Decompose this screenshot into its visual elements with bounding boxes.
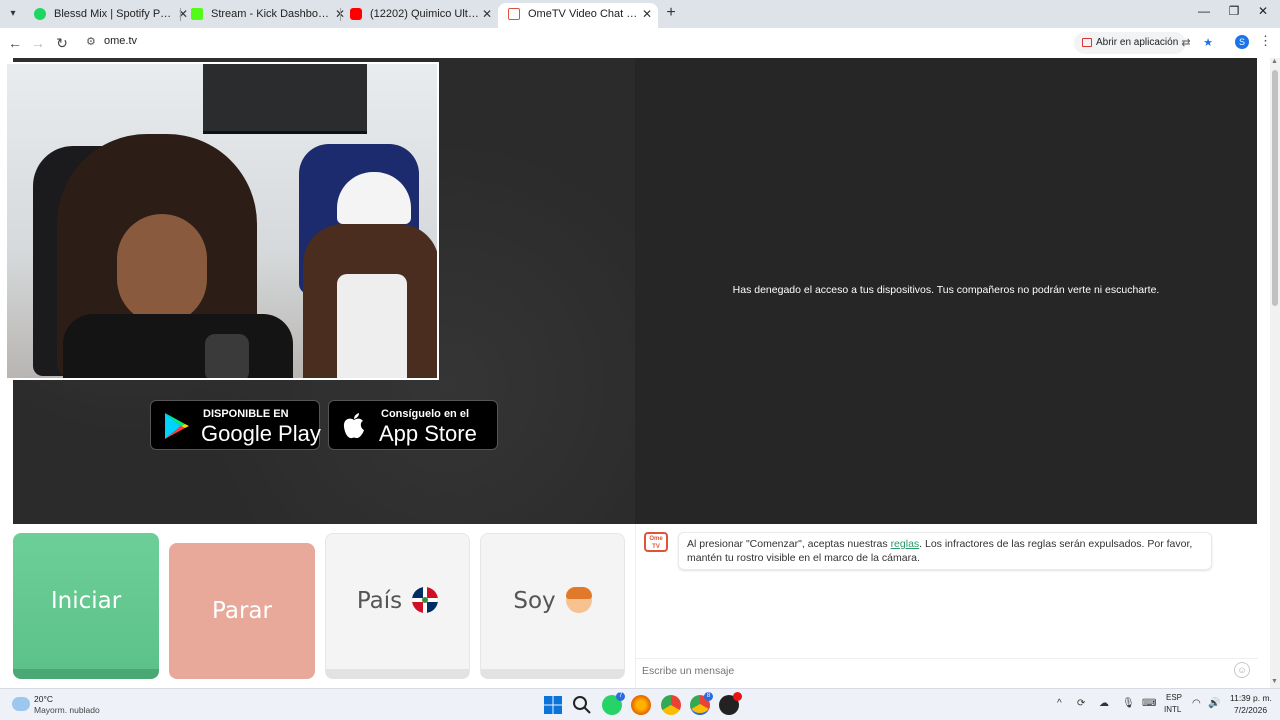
open-in-app-label: Abrir en aplicación: [1096, 37, 1179, 48]
tab-title: OmeTV Video Chat — Omegle: [528, 8, 640, 20]
country-filter-button[interactable]: País: [325, 533, 470, 679]
obs-icon[interactable]: [719, 692, 742, 715]
input-language[interactable]: ESP: [1166, 693, 1182, 702]
camera-microphone: [205, 334, 249, 378]
whatsapp-notification-badge: 7: [616, 692, 625, 701]
windows-taskbar: 20°C Mayorm. nublado 7 8 ^ ⟳ ☁ 🎙 ⌨ ESP I…: [0, 688, 1280, 720]
open-in-app-button[interactable]: Abrir en aplicación: [1074, 32, 1187, 54]
tab-ometv[interactable]: OmeTV Video Chat — Omegle ✕: [498, 3, 658, 28]
gender-filter-button[interactable]: Soy: [480, 533, 625, 679]
kick-icon: [191, 8, 203, 20]
close-tab-icon[interactable]: ✕: [482, 3, 492, 25]
chrome-icon[interactable]: [661, 695, 681, 715]
tab-kick[interactable]: Stream - Kick Dashboard ✕: [181, 3, 351, 28]
rules-notice-message: Al presionar "Comenzar", aceptas nuestra…: [678, 532, 1212, 570]
rules-link[interactable]: reglas: [891, 538, 920, 550]
url-text[interactable]: ome.tv: [104, 35, 137, 47]
weather-description[interactable]: Mayorm. nublado: [34, 705, 100, 715]
tab-title: Blessd Mix | Spotify Playlist: [54, 8, 172, 20]
keyboard-icon[interactable]: ⌨: [1142, 698, 1156, 709]
camera-tv: [203, 64, 367, 134]
self-video-panel: DISPONIBLE EN Google Play Consíguelo en …: [5, 58, 635, 524]
wifi-icon[interactable]: ◠: [1192, 698, 1201, 709]
device-access-denied-message: Has denegado el acceso a tus dispositivo…: [732, 284, 1160, 296]
menu-kebab-icon[interactable]: ⋮: [1259, 33, 1272, 49]
tab-title: Stream - Kick Dashboard: [211, 8, 329, 20]
weather-temperature[interactable]: 20°C: [34, 694, 53, 704]
scroll-thumb[interactable]: [1272, 70, 1278, 306]
microphone-icon[interactable]: 🎙: [1122, 698, 1135, 709]
minimize-icon[interactable]: —: [1192, 4, 1216, 18]
weather-cloud-icon[interactable]: [12, 697, 30, 711]
page-scrollbar[interactable]: ▲ ▼: [1270, 58, 1280, 688]
back-arrow-icon[interactable]: ←: [5, 33, 25, 53]
whatsapp-icon[interactable]: 7: [602, 692, 625, 715]
app-store-badge[interactable]: Consíguelo en el App Store: [328, 400, 498, 450]
dominican-flag-icon: [412, 586, 439, 613]
open-app-icon: [1082, 38, 1092, 47]
tab-spotify[interactable]: Blessd Mix | Spotify Playlist ✕: [24, 3, 194, 28]
chat-input-bar: ☺: [636, 658, 1258, 680]
spotify-icon: [34, 8, 46, 20]
show-hidden-icons-chevron-icon[interactable]: ^: [1057, 698, 1062, 709]
scroll-down-arrow-icon[interactable]: ▼: [1271, 678, 1278, 685]
ometv-page: DISPONIBLE EN Google Play Consíguelo en …: [0, 58, 1270, 688]
apple-icon: [343, 413, 364, 439]
tab-title: (12202) Quimico Ultra Mega fe: [370, 8, 480, 20]
emoji-icon[interactable]: ☺: [1234, 662, 1250, 678]
translate-icon[interactable]: ⇄: [1178, 35, 1194, 51]
browser-toolbar: ← → ↻ ⚙ ome.tv Abrir en aplicación ⇄ ★ S…: [0, 28, 1280, 58]
start-button[interactable]: Iniciar: [13, 533, 159, 679]
clock-date[interactable]: 7/2/2026: [1234, 705, 1267, 715]
chrome-active-icon[interactable]: 8: [690, 692, 713, 715]
search-icon[interactable]: [572, 695, 592, 715]
google-play-icon: [165, 413, 189, 439]
tab-search-chevron-icon[interactable]: ▾: [4, 5, 22, 23]
gender-label: Soy: [513, 588, 556, 614]
bookmark-star-icon[interactable]: ★: [1200, 35, 1216, 51]
chrome-notification-badge: 8: [704, 692, 713, 701]
clock-time[interactable]: 11:39 p. m.: [1230, 693, 1272, 703]
windows-start-icon[interactable]: [543, 695, 563, 715]
camera-shirt: [63, 314, 293, 378]
ometv-icon: [508, 8, 520, 20]
boy-avatar-icon: [565, 586, 592, 613]
new-tab-button[interactable]: +: [662, 4, 680, 22]
google-play-badge[interactable]: DISPONIBLE EN Google Play: [150, 400, 321, 450]
firefox-icon[interactable]: [631, 695, 651, 715]
volume-icon[interactable]: 🔊: [1208, 698, 1220, 709]
restore-icon[interactable]: ❐: [1222, 4, 1246, 18]
country-label: País: [356, 588, 403, 614]
stop-button[interactable]: Parar: [169, 543, 315, 679]
site-info-icon[interactable]: ⚙: [86, 35, 96, 48]
ometv-logo: Ome TV: [644, 532, 668, 552]
sync-icon[interactable]: ⟳: [1077, 698, 1085, 709]
scroll-up-arrow-icon[interactable]: ▲: [1271, 58, 1278, 65]
reload-icon[interactable]: ↻: [52, 33, 72, 53]
tab-youtube[interactable]: (12202) Quimico Ultra Mega fe ✕: [340, 3, 498, 28]
close-tab-icon[interactable]: ✕: [642, 3, 652, 25]
notice-text-before: Al presionar "Comenzar", aceptas nuestra…: [687, 538, 891, 550]
profile-avatar[interactable]: S: [1235, 35, 1249, 49]
message-input[interactable]: [642, 662, 1222, 680]
google-play-small-text: DISPONIBLE EN: [203, 408, 289, 420]
partner-video-panel: Has denegado el acceso a tus dispositivo…: [635, 58, 1257, 524]
keyboard-layout[interactable]: INTL: [1164, 705, 1181, 714]
camera-face: [117, 214, 207, 324]
camera-shirt: [337, 274, 407, 378]
cloud-icon[interactable]: ☁: [1099, 698, 1109, 709]
address-bar[interactable]: ⚙ ome.tv Abrir en aplicación ⇄ ★: [80, 32, 1228, 54]
self-camera-feed: [5, 62, 439, 380]
youtube-icon: [350, 8, 362, 20]
app-store-small-text: Consíguelo en el: [381, 408, 470, 420]
google-play-big-text: Google Play: [201, 421, 321, 446]
forward-arrow-icon[interactable]: →: [28, 33, 48, 53]
app-store-big-text: App Store: [379, 421, 477, 446]
obs-recording-dot: [733, 692, 742, 701]
close-window-icon[interactable]: ✕: [1251, 4, 1275, 18]
chat-panel: Ome TV Al presionar "Comenzar", aceptas …: [635, 524, 1258, 688]
tab-strip: ▾ Blessd Mix | Spotify Playlist ✕ Stream…: [0, 0, 1280, 28]
